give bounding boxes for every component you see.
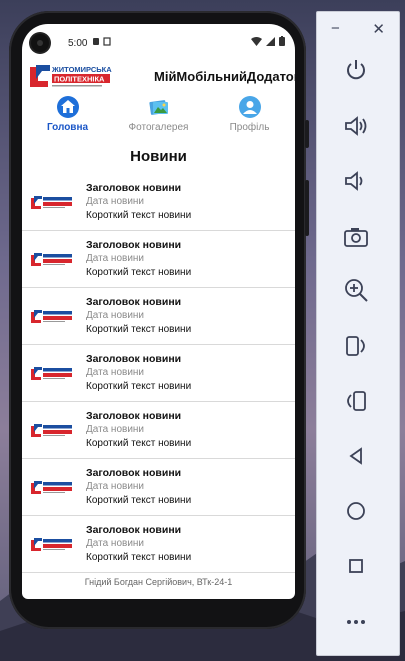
screenshot-button[interactable] (340, 221, 372, 253)
wifi-icon (251, 36, 262, 46)
phone-side-button (305, 120, 309, 148)
sim-icon (93, 38, 99, 45)
news-short-text: Короткий текст новини (86, 495, 192, 506)
nav-label-home: Головна (46, 122, 89, 133)
status-bar: 5:00 (22, 24, 295, 61)
news-short-text: Короткий текст новини (86, 438, 192, 449)
svg-text:ПОЛІТЕХНІКА: ПОЛІТЕХНІКА (54, 75, 105, 84)
phone-screen: 5:00 ЖИТОМИРСЬКА ПОЛІТЕХНІКА МійМобільни… (22, 24, 295, 599)
news-thumbnail (31, 253, 72, 266)
news-item[interactable]: Заголовок новини Дата новини Короткий те… (22, 288, 295, 345)
news-item[interactable]: Заголовок новини Дата новини Короткий те… (22, 459, 295, 516)
news-text: Заголовок новини Дата новини Короткий те… (86, 181, 191, 223)
app-title: МійМобільнийДодаток (154, 69, 295, 84)
minimize-button[interactable]: − (331, 20, 340, 38)
news-short-text: Короткий текст новини (86, 324, 192, 335)
status-time: 5:00 (68, 38, 88, 49)
footer-author: Гнідий Богдан Сергійович, ВТк-24-1 (84, 577, 233, 587)
news-title: Заголовок новини (86, 239, 182, 251)
home-button[interactable] (340, 495, 372, 527)
rotate-right-button[interactable] (340, 385, 372, 417)
news-thumbnail (31, 481, 72, 494)
news-date: Дата новини (86, 424, 145, 435)
news-thumbnail (31, 424, 72, 437)
zoom-icon (345, 279, 368, 302)
news-date: Дата новини (86, 481, 145, 492)
news-date: Дата новини (86, 310, 145, 321)
news-short-text: Короткий текст новини (86, 552, 192, 563)
svg-text:ЖИТОМИРСЬКА: ЖИТОМИРСЬКА (51, 65, 112, 74)
news-title: Заголовок новини (86, 296, 182, 308)
profile-icon (238, 96, 261, 118)
volume-down-icon (345, 171, 363, 191)
news-thumbnail (31, 310, 72, 323)
news-text: Заголовок новини Дата новини Короткий те… (86, 466, 191, 508)
news-text: Заголовок новини Дата новини Короткий те… (86, 409, 191, 451)
zoom-button[interactable] (340, 274, 372, 306)
news-date: Дата новини (86, 253, 145, 264)
power-icon (347, 60, 365, 80)
overview-icon (349, 559, 363, 573)
news-date: Дата новини (86, 367, 145, 378)
app-bar: ЖИТОМИРСЬКА ПОЛІТЕХНІКА МійМобільнийДода… (22, 61, 295, 96)
news-title: Заголовок новини (86, 410, 182, 422)
news-text: Заголовок новини Дата новини Короткий те… (86, 352, 191, 394)
status-system-icons (251, 36, 285, 46)
news-title: Заголовок новини (86, 353, 182, 365)
back-icon (349, 447, 362, 465)
nav-item-gallery[interactable]: Фотогалерея (113, 96, 204, 140)
news-title: Заголовок новини (86, 467, 182, 479)
panel-window-controls: − ✕ (331, 20, 385, 38)
back-button[interactable] (340, 440, 372, 472)
news-text: Заголовок новини Дата новини Короткий те… (86, 523, 191, 565)
news-item[interactable]: Заголовок новини Дата новини Короткий те… (22, 345, 295, 402)
more-icon (347, 620, 365, 624)
news-title: Заголовок новини (86, 182, 182, 194)
rotate-right-icon (347, 391, 366, 411)
news-date: Дата новини (86, 538, 145, 549)
volume-up-icon (345, 116, 367, 136)
rotate-left-icon (346, 336, 365, 356)
nav-label-profile: Профіль (229, 122, 270, 133)
news-thumbnail (31, 367, 72, 380)
bottom-nav: Головна Фотогалерея Профіль (22, 96, 295, 140)
emulator-panel: − ✕ (316, 11, 400, 656)
home-icon (56, 96, 79, 118)
power-button[interactable] (340, 54, 372, 86)
volume-up-button[interactable] (340, 110, 372, 142)
news-title: Заголовок новини (86, 524, 182, 536)
overview-button[interactable] (340, 550, 372, 582)
rotate-left-button[interactable] (340, 330, 372, 362)
news-thumbnail (31, 196, 72, 209)
section-title: Новини (130, 148, 187, 165)
university-logo: ЖИТОМИРСЬКА ПОЛІТЕХНІКА (30, 65, 112, 87)
close-button[interactable]: ✕ (372, 20, 385, 38)
news-text: Заголовок новини Дата новини Короткий те… (86, 295, 191, 337)
news-text: Заголовок новини Дата новини Короткий те… (86, 238, 191, 280)
home-circle-icon (347, 502, 365, 520)
more-button[interactable] (340, 606, 372, 638)
news-item[interactable]: Заголовок новини Дата новини Короткий те… (22, 231, 295, 288)
clipboard-icon (103, 37, 111, 46)
volume-down-button[interactable] (340, 165, 372, 197)
news-item[interactable]: Заголовок новини Дата новини Короткий те… (22, 402, 295, 459)
nav-label-gallery: Фотогалерея (128, 122, 189, 133)
signal-icon (266, 36, 275, 46)
gallery-icon (148, 100, 168, 115)
battery-icon (279, 36, 285, 46)
status-notification-icons (92, 37, 111, 46)
nav-item-profile[interactable]: Профіль (204, 96, 295, 140)
news-short-text: Короткий текст новини (86, 210, 192, 221)
front-camera (31, 34, 49, 52)
news-thumbnail (31, 538, 72, 551)
news-short-text: Короткий текст новини (86, 267, 192, 278)
news-item[interactable]: Заголовок новини Дата новини Короткий те… (22, 516, 295, 573)
news-date: Дата новини (86, 196, 145, 207)
news-item[interactable]: Заголовок новини Дата новини Короткий те… (22, 174, 295, 231)
phone-volume-button (305, 180, 309, 236)
camera-icon (344, 228, 368, 247)
news-list: Заголовок новини Дата новини Короткий те… (22, 174, 295, 573)
news-short-text: Короткий текст новини (86, 381, 192, 392)
nav-item-home[interactable]: Головна (22, 96, 113, 140)
